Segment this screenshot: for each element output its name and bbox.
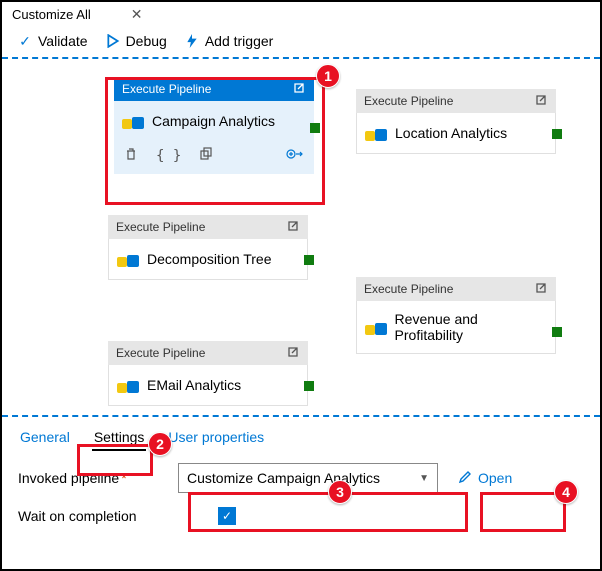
node-body: Location Analytics <box>356 113 556 154</box>
tab-general[interactable]: General <box>18 425 72 451</box>
add-trigger-button[interactable]: Add trigger <box>185 33 273 49</box>
node-label: EMail Analytics <box>147 377 241 393</box>
node-revenue-profitability[interactable]: Execute Pipeline Revenue and Profitabili… <box>356 277 556 354</box>
node-body: EMail Analytics <box>108 365 308 406</box>
page-title: Customize All <box>12 7 91 22</box>
popout-icon[interactable] <box>534 281 548 298</box>
check-icon: ✓ <box>18 34 32 48</box>
output-connector[interactable] <box>552 327 562 337</box>
invoked-pipeline-label: Invoked pipeline* <box>18 470 178 486</box>
popout-icon[interactable] <box>286 345 300 362</box>
close-icon[interactable]: ✕ <box>131 6 143 23</box>
tab-user-properties[interactable]: User properties <box>166 425 266 451</box>
node-header: Execute Pipeline <box>356 277 556 301</box>
node-location-analytics[interactable]: Execute Pipeline Location Analytics <box>356 89 556 154</box>
validate-button[interactable]: ✓ Validate <box>18 33 88 49</box>
output-connector[interactable] <box>552 129 562 139</box>
debug-label: Debug <box>126 33 167 49</box>
node-body: Campaign Analytics <box>114 101 314 141</box>
pipeline-icon <box>365 123 387 143</box>
validate-label: Validate <box>38 33 88 49</box>
open-label: Open <box>478 470 512 486</box>
add-trigger-label: Add trigger <box>205 33 273 49</box>
node-decomposition-tree[interactable]: Execute Pipeline Decomposition Tree <box>108 215 308 280</box>
node-label: Decomposition Tree <box>147 251 272 267</box>
pipeline-icon <box>117 375 139 395</box>
wait-on-completion-label: Wait on completion <box>18 508 178 524</box>
settings-panel: Invoked pipeline* Customize Campaign Ana… <box>2 451 600 551</box>
node-type-label: Execute Pipeline <box>116 220 205 234</box>
node-label: Revenue and Profitability <box>395 311 547 343</box>
node-type-label: Execute Pipeline <box>364 94 453 108</box>
wait-on-completion-checkbox[interactable]: ✓ <box>218 507 236 525</box>
pipeline-icon <box>122 111 144 131</box>
invoked-pipeline-value: Customize Campaign Analytics <box>187 470 380 486</box>
add-output-icon[interactable] <box>286 147 304 164</box>
node-label: Location Analytics <box>395 125 507 141</box>
output-connector[interactable] <box>304 255 314 265</box>
node-campaign-analytics[interactable]: Execute Pipeline Campaign Analytics { } <box>114 77 314 174</box>
invoked-pipeline-select[interactable]: Customize Campaign Analytics ▼ <box>178 463 438 493</box>
output-connector[interactable] <box>310 123 320 133</box>
node-body: Revenue and Profitability <box>356 301 556 354</box>
pipeline-canvas[interactable]: Execute Pipeline Campaign Analytics { } <box>2 57 600 417</box>
play-icon <box>106 34 120 48</box>
node-actions: { } <box>114 141 314 174</box>
pipeline-icon <box>365 317 387 337</box>
node-header: Execute Pipeline <box>114 77 314 101</box>
node-header: Execute Pipeline <box>108 341 308 365</box>
code-icon[interactable]: { } <box>156 148 181 164</box>
node-header: Execute Pipeline <box>108 215 308 239</box>
open-button[interactable]: Open <box>458 470 512 487</box>
toolbar: ✓ Validate Debug Add trigger <box>2 27 600 57</box>
delete-icon[interactable] <box>124 147 138 164</box>
lightning-icon <box>185 34 199 48</box>
invoked-pipeline-label-text: Invoked pipeline <box>18 470 119 486</box>
pencil-icon <box>458 470 472 487</box>
node-email-analytics[interactable]: Execute Pipeline EMail Analytics <box>108 341 308 406</box>
node-type-label: Execute Pipeline <box>116 346 205 360</box>
output-connector[interactable] <box>304 381 314 391</box>
required-asterisk: * <box>121 470 126 486</box>
details-tabs: General Settings User properties <box>2 417 600 451</box>
debug-button[interactable]: Debug <box>106 33 167 49</box>
copy-icon[interactable] <box>199 147 213 164</box>
node-type-label: Execute Pipeline <box>122 82 211 96</box>
tab-settings[interactable]: Settings <box>92 425 147 451</box>
popout-icon[interactable] <box>534 93 548 110</box>
node-type-label: Execute Pipeline <box>364 282 453 296</box>
chevron-down-icon: ▼ <box>419 473 429 484</box>
pipeline-icon <box>117 249 139 269</box>
node-header: Execute Pipeline <box>356 89 556 113</box>
popout-icon[interactable] <box>292 81 306 98</box>
node-label: Campaign Analytics <box>152 113 275 129</box>
node-body: Decomposition Tree <box>108 239 308 280</box>
popout-icon[interactable] <box>286 219 300 236</box>
